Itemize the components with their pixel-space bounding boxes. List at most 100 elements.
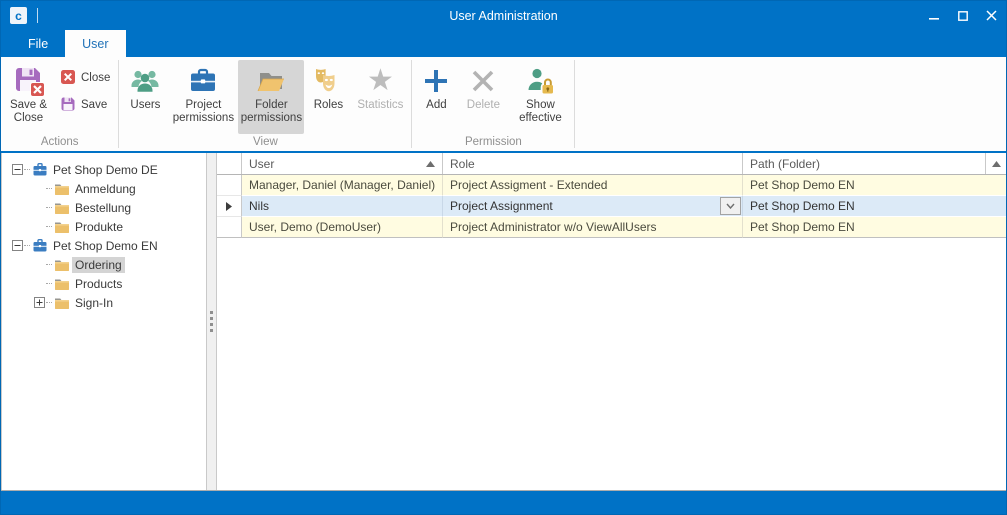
users-button[interactable]: Users <box>122 60 168 134</box>
tree-connector <box>46 264 52 265</box>
close-button[interactable]: Close <box>55 67 115 89</box>
tree-connector <box>24 169 30 170</box>
cell-role[interactable]: Project Assigment - Extended <box>443 175 743 196</box>
cell-path-folder[interactable]: Pet Shop Demo EN <box>743 175 1006 196</box>
maximize-button[interactable] <box>948 1 977 30</box>
save-and-close-button[interactable]: Save & Close <box>4 60 53 134</box>
delete-button: Delete <box>459 60 507 134</box>
tree-node-label[interactable]: Products <box>72 276 125 292</box>
button-label: Users <box>130 99 160 112</box>
roles-button[interactable]: Roles <box>306 60 350 134</box>
expand-toggle-plus-icon[interactable] <box>33 297 46 308</box>
project-icon <box>31 238 48 253</box>
tree-node-label[interactable]: Pet Shop Demo EN <box>50 238 161 254</box>
tree-node-label[interactable]: Ordering <box>72 257 125 273</box>
button-label: Statistics <box>357 99 403 112</box>
minimize-icon <box>929 11 939 21</box>
cell-user[interactable]: User, Demo (DemoUser) <box>242 217 443 238</box>
column-header-path-folder-[interactable]: Path (Folder) <box>743 153 986 174</box>
project-icon <box>31 162 48 177</box>
button-label: Close <box>81 72 110 84</box>
column-header-user[interactable]: User <box>242 153 443 174</box>
role-dropdown-button[interactable] <box>720 197 741 215</box>
show-effective-button[interactable]: Show effective <box>509 60 571 134</box>
minimize-button[interactable] <box>919 1 948 30</box>
row-indicator <box>217 175 242 196</box>
maximize-icon <box>958 11 968 21</box>
user-administration-window: c User Administration File User <box>0 0 1007 515</box>
current-row-arrow-icon <box>226 202 232 211</box>
tree-node-label[interactable]: Pet Shop Demo DE <box>50 162 161 178</box>
tree-node[interactable]: Bestellung <box>2 198 206 217</box>
column-header-label: User <box>249 157 274 171</box>
ribbon-group-actions: Save & Close Close <box>1 57 118 151</box>
tree-connector <box>46 283 52 284</box>
tree-node[interactable]: Anmeldung <box>2 179 206 198</box>
folder-permissions-button[interactable]: Folder permissions <box>238 60 304 134</box>
tree-node[interactable]: Pet Shop Demo EN <box>2 236 206 255</box>
scrollbar-up-icon <box>992 161 1001 167</box>
button-label: Save <box>81 99 107 111</box>
ribbon-group-permission: Add Delete <box>412 57 574 151</box>
tree-connector <box>46 188 52 189</box>
splitter-handle[interactable] <box>207 153 217 490</box>
tree-node-label[interactable]: Sign-In <box>72 295 116 311</box>
tree-node-label[interactable]: Produkte <box>72 219 126 235</box>
ribbon-group-separator <box>574 60 575 148</box>
cell-role[interactable]: Project Administrator w/o ViewAllUsers <box>443 217 743 238</box>
tree-connector <box>24 245 30 246</box>
column-header-label: Path (Folder) <box>750 157 820 171</box>
project-permissions-button[interactable]: Project permissions <box>170 60 236 134</box>
cell-path-folder[interactable]: Pet Shop Demo EN <box>743 217 1006 238</box>
column-header-role[interactable]: Role <box>443 153 743 174</box>
tree-node[interactable]: Pet Shop Demo DE <box>2 160 206 179</box>
person-lock-icon <box>524 63 556 99</box>
close-red-icon <box>60 69 76 88</box>
cell-user[interactable]: Nils <box>242 196 443 217</box>
add-button[interactable]: Add <box>415 60 457 134</box>
save-close-icon <box>13 63 45 99</box>
folder-icon <box>53 182 70 196</box>
tab-user[interactable]: User <box>65 30 125 57</box>
plus-icon <box>421 63 451 99</box>
tree-node[interactable]: Produkte <box>2 217 206 236</box>
close-window-button[interactable] <box>977 1 1006 30</box>
expand-toggle-minus-icon[interactable] <box>11 240 24 251</box>
row-indicator <box>217 196 242 217</box>
cell-user[interactable]: Manager, Daniel (Manager, Daniel) <box>242 175 443 196</box>
status-bar <box>1 491 1006 514</box>
folder-icon <box>53 220 70 234</box>
save-button[interactable]: Save <box>55 94 115 116</box>
statistics-button: ★ Statistics <box>352 60 408 134</box>
tree-node[interactable]: Sign-In <box>2 293 206 312</box>
button-label: Folder permissions <box>238 99 304 125</box>
grid-row[interactable]: NilsProject AssignmentPet Shop Demo EN <box>217 196 1006 217</box>
folder-icon <box>53 201 70 215</box>
tree-node[interactable]: Products <box>2 274 206 293</box>
button-label: Show effective <box>509 99 571 125</box>
tree-connector <box>46 207 52 208</box>
ribbon-group-label-view: View <box>119 134 411 151</box>
tree-node-label[interactable]: Bestellung <box>72 200 134 216</box>
tab-file[interactable]: File <box>11 30 65 57</box>
tree-connector <box>46 226 52 227</box>
app-icon: c <box>10 7 27 24</box>
save-icon <box>60 96 76 115</box>
star-icon: ★ <box>367 63 394 99</box>
button-label: Add <box>426 99 446 112</box>
scrollbar-up-button[interactable] <box>986 153 1006 174</box>
masks-icon <box>311 63 345 99</box>
grid-row[interactable]: Manager, Daniel (Manager, Daniel)Project… <box>217 175 1006 196</box>
users-icon <box>128 63 162 99</box>
ribbon: Save & Close Close <box>1 57 1006 153</box>
cell-role[interactable]: Project Assignment <box>443 196 743 217</box>
tree-node-label[interactable]: Anmeldung <box>72 181 139 197</box>
expand-toggle-minus-icon[interactable] <box>11 164 24 175</box>
ribbon-group-label-permission: Permission <box>412 134 574 151</box>
cell-path-folder[interactable]: Pet Shop Demo EN <box>743 196 1006 217</box>
window-title: User Administration <box>1 9 1006 23</box>
grid-row[interactable]: User, Demo (DemoUser)Project Administrat… <box>217 217 1006 238</box>
sort-ascending-icon <box>426 161 435 167</box>
open-folder-icon <box>255 63 287 99</box>
tree-node[interactable]: Ordering <box>2 255 206 274</box>
